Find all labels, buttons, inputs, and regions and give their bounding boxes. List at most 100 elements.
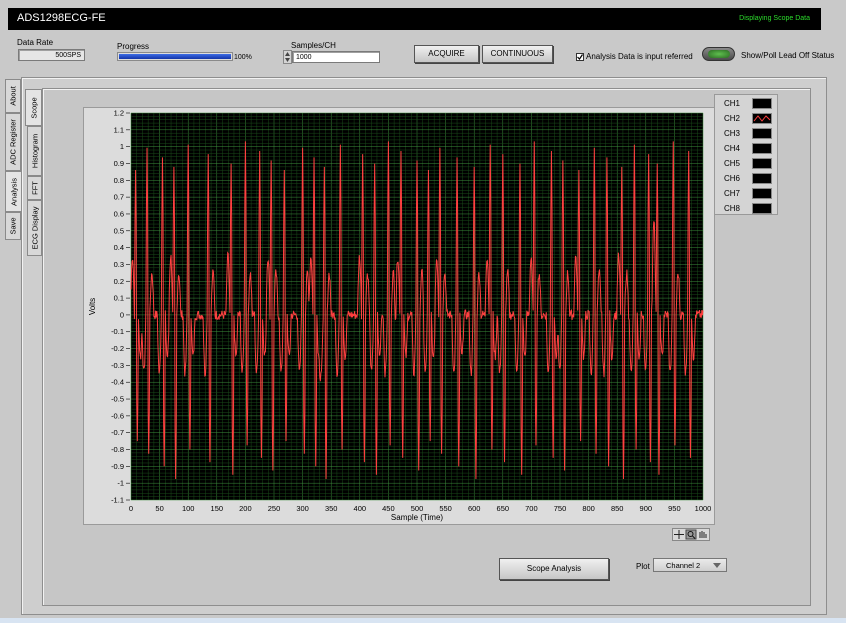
lead-off-toggle[interactable] [702, 47, 735, 61]
legend-swatch-active [752, 113, 772, 124]
x-tick-label: 850 [611, 504, 624, 513]
samples-label: Samples/CH [291, 41, 336, 50]
zoom-icon[interactable] [685, 529, 697, 540]
legend-label: CH3 [724, 129, 741, 138]
tab-ecg-display[interactable]: ECG Display [27, 200, 42, 256]
tab-fft[interactable]: FFT [27, 176, 42, 200]
tab-adc-register[interactable]: ADC Register [5, 113, 21, 171]
lead-off-led [708, 50, 730, 58]
x-axis-label: Sample (Time) [391, 513, 443, 522]
chevron-down-icon [713, 563, 721, 568]
tab-analysis-label: Analysis [9, 177, 19, 206]
y-tick-label: -0.1 [111, 327, 124, 336]
legend-label: CH8 [724, 204, 741, 213]
tab-about-label: About [8, 86, 18, 106]
tab-scope-label: Scope [29, 96, 38, 119]
plot-select-value: Channel 2 [666, 561, 701, 570]
legend-swatch [752, 98, 772, 109]
y-tick-label: -0.9 [111, 462, 124, 471]
legend-swatch [752, 173, 772, 184]
x-tick-label: 950 [668, 504, 681, 513]
legend-label: CH6 [724, 174, 741, 183]
y-tick-label: -1.1 [111, 496, 124, 505]
samples-stepper[interactable] [283, 50, 292, 64]
tab-histogram-label: Histogram [30, 133, 39, 169]
progress-bar-fill [119, 54, 231, 59]
y-axis-label: Volts [88, 298, 97, 315]
progress-bar [117, 52, 233, 61]
x-tick-label: 250 [268, 504, 281, 513]
legend-label: CH5 [724, 159, 741, 168]
scope-analysis-button[interactable]: Scope Analysis [499, 558, 609, 580]
analysis-input-referred-checkbox[interactable] [576, 53, 584, 61]
x-tick-label: 400 [354, 504, 367, 513]
y-tick-label: -0.8 [111, 445, 124, 454]
tab-save-label: Save [8, 217, 18, 235]
x-tick-label: 50 [155, 504, 163, 513]
legend-item-ch1[interactable]: CH1 [724, 97, 772, 111]
legend-item-ch2[interactable]: CH2 [724, 112, 772, 126]
legend-label: CH2 [724, 114, 741, 123]
legend-item-ch6[interactable]: CH6 [724, 172, 772, 186]
data-rate-label: Data Rate [17, 38, 54, 47]
samples-input[interactable]: 1000 [292, 51, 380, 63]
scope-chart[interactable]: 1.2 1.1 1 0.9 0.8 0.7 0.6 0.5 0.4 0.3 0.2 0.1 0 -0.1 -… [83, 107, 715, 525]
channel-legend: CH1 CH2 CH3 CH4 CH5 CH6 CH7 CH8 [714, 94, 778, 215]
tab-ecg-display-label: ECG Display [30, 206, 39, 250]
title-bar: ADS1298ECG-FE Displaying Scope Data [8, 8, 821, 30]
legend-item-ch7[interactable]: CH7 [724, 187, 772, 201]
tab-adc-register-label: ADC Register [8, 119, 18, 165]
stepper-arrows-icon [285, 52, 290, 62]
x-tick-label: 900 [640, 504, 653, 513]
continuous-button[interactable]: CONTINUOUS [482, 45, 553, 63]
tab-fft-label: FFT [30, 181, 39, 195]
tab-save[interactable]: Save [5, 212, 21, 240]
y-tick-label: 1.1 [114, 125, 124, 134]
tab-about[interactable]: About [5, 79, 21, 113]
bottom-edge [0, 618, 846, 623]
legend-label: CH4 [724, 144, 741, 153]
legend-swatch [752, 188, 772, 199]
plot-label: Plot [636, 562, 650, 571]
x-tick-label: 0 [129, 504, 133, 513]
legend-label: CH7 [724, 189, 741, 198]
legend-item-ch8[interactable]: CH8 [724, 202, 772, 216]
y-tick-label: -0.4 [111, 378, 124, 387]
legend-item-ch3[interactable]: CH3 [724, 127, 772, 141]
y-tick-label: 0.5 [114, 226, 124, 235]
y-tick-label: -0.6 [111, 411, 124, 420]
y-tick-label: -0.5 [111, 395, 124, 404]
legend-swatch [752, 158, 772, 169]
x-tick-label: 300 [296, 504, 309, 513]
legend-item-ch4[interactable]: CH4 [724, 142, 772, 156]
progress-label: Progress [117, 42, 150, 51]
cursor-icon[interactable] [674, 530, 684, 539]
x-tick-label: 800 [582, 504, 595, 513]
legend-item-ch5[interactable]: CH5 [724, 157, 772, 171]
x-tick-label: 700 [525, 504, 538, 513]
y-tick-label: 0.2 [114, 277, 124, 286]
tab-histogram[interactable]: Histogram [27, 126, 42, 176]
x-tick-label: 600 [468, 504, 481, 513]
legend-swatch [752, 128, 772, 139]
y-tick-label: 0.8 [114, 176, 124, 185]
tab-scope[interactable]: Scope [25, 89, 42, 126]
acquire-button[interactable]: ACQUIRE [414, 45, 479, 63]
plot-select[interactable]: Channel 2 [653, 558, 727, 572]
lead-off-label: Show/Poll Lead Off Status [741, 51, 835, 60]
x-tick-label: 100 [182, 504, 195, 513]
pan-icon[interactable] [699, 531, 707, 538]
y-tick-label: 0 [120, 310, 124, 319]
y-tick-label: 0.6 [114, 209, 124, 218]
y-tick-label: 0.3 [114, 260, 124, 269]
x-tick-label: 500 [411, 504, 424, 513]
legend-label: CH1 [724, 99, 741, 108]
x-tick-label: 650 [497, 504, 510, 513]
x-tick-label: 450 [382, 504, 395, 513]
x-tick-label: 750 [554, 504, 567, 513]
y-tick-label: -0.7 [111, 428, 124, 437]
y-tick-label: -1 [117, 479, 124, 488]
x-tick-label: 350 [325, 504, 338, 513]
y-tick-label: -0.2 [111, 344, 124, 353]
data-rate-field: 500SPS [18, 49, 85, 61]
